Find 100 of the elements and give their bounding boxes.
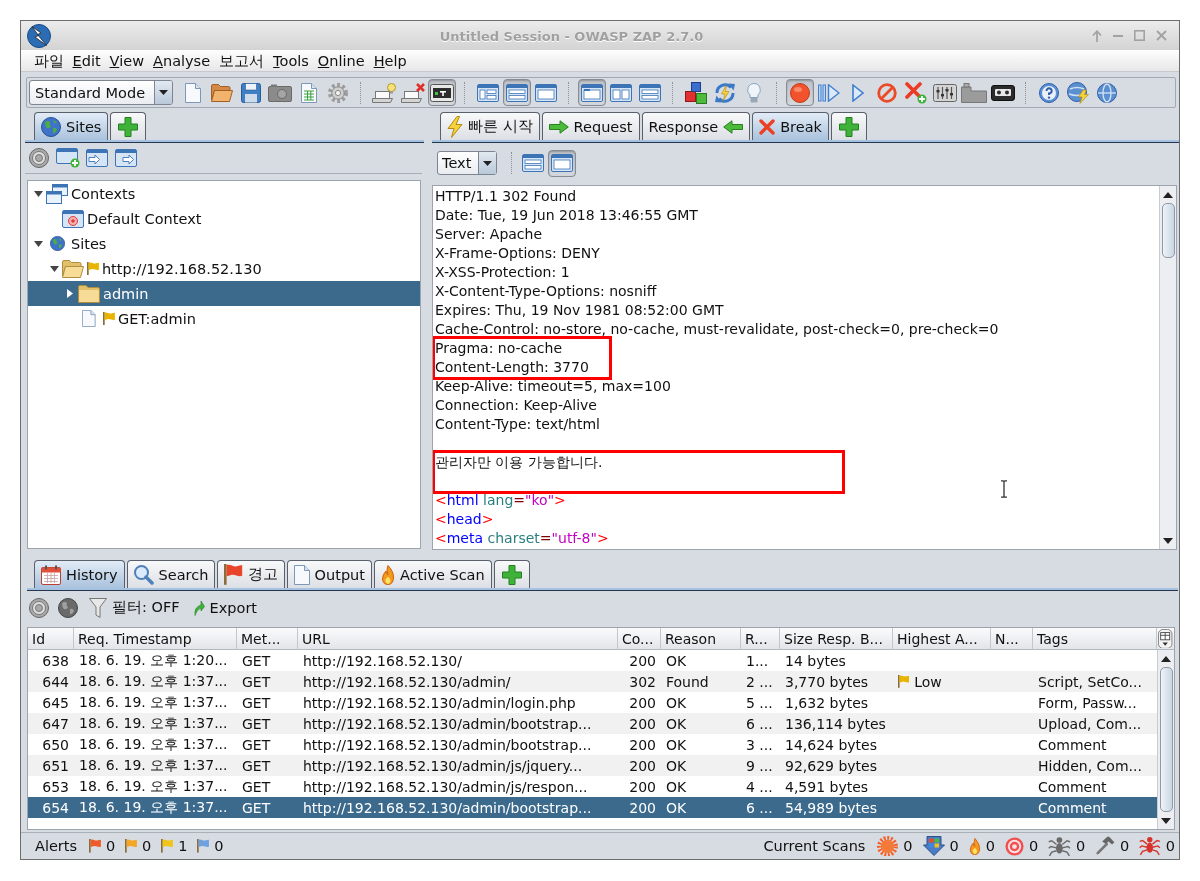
tab[interactable]: Break [752,112,829,140]
table-row[interactable]: 651 18. 6. 19. 오후 1:37... GET http://192.168.52.130/admin/js/jquery... 200 OK 9 ... 92,629 bytes Hidden, Com... [28,755,1157,776]
column-header[interactable]: Size Resp. B... [780,628,893,650]
tab[interactable]: 빠른 시작 [440,112,540,140]
window-layout-icon [609,83,632,102]
alert-count: 0 [214,838,224,854]
scrollbar-thumb[interactable] [1161,203,1175,258]
scrollbar[interactable] [1157,650,1174,829]
table-cell: 4 ... [746,778,773,795]
table-cell: 54,989 bytes [785,799,877,816]
scan-count: 0 [903,838,913,854]
table-row[interactable]: 654 18. 6. 19. 오후 1:37... GET http://192.168.52.130/admin/bootstrap... 200 OK 6 ... 54,989 bytes Comment [28,797,1157,818]
tab[interactable]: Response [641,112,751,140]
menu-item[interactable]: 보고서 [214,50,269,71]
column-header[interactable]: Met... [237,628,298,650]
alert-count: 0 [105,838,116,854]
triangle-up-icon[interactable] [1161,655,1171,662]
table-cell: 18. 6. 19. 오후 1:37... [79,714,228,733]
globe-icon[interactable] [58,597,78,618]
triangle-down-icon[interactable] [33,240,43,247]
add-tab-button[interactable] [830,112,867,140]
arrow-right-icon [548,119,569,134]
menu-item[interactable]: Analyse [148,50,215,71]
window-layout-icon [550,154,573,172]
terminal-icon [429,83,454,102]
triangle-right-icon[interactable] [67,289,73,298]
table-cell: GET [242,799,271,816]
table-cell: 14,624 bytes [785,736,877,753]
tree-item[interactable]: admin [28,281,420,306]
tree-item[interactable]: Default Context [28,206,420,231]
table-cell: GET [242,736,271,753]
table-cell: http://192.168.52.130/admin/js/respon... [303,778,588,795]
response-line: X-Content-Type-Options: nosniff [435,282,658,301]
add-tab-button[interactable] [493,560,530,588]
globe-lightning-icon [1066,81,1089,104]
menu-item[interactable]: Online [313,50,370,71]
text-cursor-icon [1000,480,1008,498]
target-icon[interactable] [29,148,49,168]
tab[interactable]: Search [126,560,216,588]
x-plus-icon [904,81,927,104]
tab[interactable]: Request [541,112,640,140]
menu-item[interactable]: 파일 [29,50,68,71]
menu-item[interactable]: Help [369,50,412,71]
response-line: Content-Type: text/html [435,415,601,434]
tree-item[interactable]: GET:admin [28,306,420,331]
export-button[interactable]: Export [190,599,260,616]
filter-button[interactable]: 필터: OFF [87,597,182,618]
play-icon [851,83,864,102]
gear-icon [327,82,348,103]
column-chooser-icon[interactable] [1158,628,1173,649]
response-line: HTTP/1.1 302 Found [435,187,578,206]
add-tab-button[interactable] [110,112,147,140]
menu-item[interactable]: View [105,50,149,71]
triangle-down-icon[interactable] [1161,817,1171,824]
tab[interactable]: Sites [34,112,109,140]
column-header[interactable]: Co... [618,628,661,650]
target-icon[interactable] [29,597,49,618]
table-cell: http://192.168.52.130/ [303,652,462,669]
triangle-down-icon[interactable] [1163,537,1173,544]
column-header[interactable]: Highest A... [893,628,991,650]
table-cell: OK [666,778,687,795]
tab[interactable]: Output [286,560,372,588]
table-row[interactable]: 644 18. 6. 19. 오후 1:37... GET http://192.168.52.130/admin/ 302 Found 2 ... 3,770 bytes Low Script, SetCo... [28,671,1157,692]
table-cell: 638 [42,652,69,669]
scrollbar-thumb[interactable] [1159,667,1173,812]
menu-item[interactable]: Tools [268,50,314,71]
format-dropdown[interactable]: Text [437,151,497,175]
column-header[interactable]: Req. Timestamp [74,628,237,650]
table-row[interactable]: 647 18. 6. 19. 오후 1:37... GET http://192.168.52.130/admin/bootstrap... 200 OK 6 ... 136,114 bytes Upload, Com... [28,713,1157,734]
sunburst-icon [877,835,899,857]
column-header[interactable]: N... [991,628,1033,650]
folder-icon [210,83,233,102]
lightning-icon [447,115,463,138]
hammer-icon [1095,836,1115,856]
no-entry-icon [876,82,897,103]
spreadsheet-icon [300,82,317,103]
triangle-up-icon[interactable] [1163,191,1173,198]
column-header[interactable]: Tags [1033,628,1157,650]
triangle-down-icon[interactable] [49,265,59,272]
scrollbar[interactable] [1159,186,1176,549]
tab[interactable]: Active Scan [374,560,492,588]
toolbar-button[interactable] [427,79,456,106]
menu-item[interactable]: Edit [68,50,106,71]
column-header[interactable]: URL [298,628,618,650]
tab[interactable]: History [34,560,125,588]
view-button[interactable] [547,149,576,177]
tree-item[interactable]: Contexts [28,181,420,206]
alert-count: 1 [178,838,188,854]
response-text-area[interactable] [432,185,1177,550]
tree-item[interactable]: http://192.168.52.130 [28,256,420,281]
response-line: 관리자만 이용 가능합니다. [435,453,604,472]
column-header[interactable]: Id [28,628,74,650]
window-target-icon [62,209,84,228]
tab[interactable]: 경고 [217,560,285,588]
column-header[interactable]: R... [741,628,780,650]
triangle-down-icon[interactable] [33,190,43,197]
column-header[interactable]: Reason [661,628,741,650]
tree-item[interactable]: Sites [28,231,420,256]
window-plus-icon[interactable] [55,148,80,168]
mode-dropdown[interactable]: Standard Mode [29,80,173,105]
